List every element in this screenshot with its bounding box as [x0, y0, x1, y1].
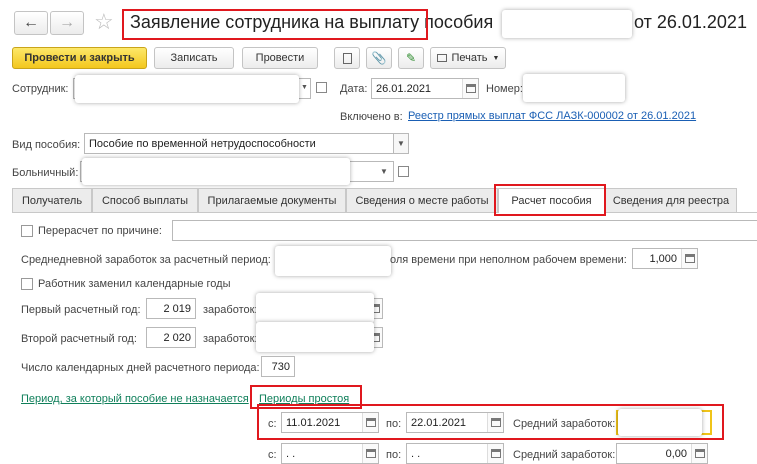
second-earnings-label: заработок: [203, 333, 258, 345]
second-year-label: Второй расчетный год: [21, 333, 137, 345]
arrow-right-icon: → [59, 14, 75, 31]
calendar-icon[interactable] [487, 413, 503, 432]
second-year-field[interactable]: 2 020 [146, 327, 196, 348]
tab-attached-documents[interactable]: Прилагаемые документы [198, 188, 346, 212]
part-time-label: оля времени при неполном рабочем времени… [390, 254, 627, 266]
page-title: Заявление сотрудника на выплату пособия [130, 12, 493, 33]
row2-avg-value: 0,00 [665, 447, 687, 460]
title-suffix: от 26.01.2021 [634, 12, 747, 32]
back-button[interactable]: ← [14, 11, 48, 35]
tabs-baseline [12, 212, 757, 213]
benefit-type-dropdown[interactable]: ▼ [393, 133, 409, 154]
favorite-star-icon[interactable]: ☆ [94, 9, 114, 35]
calendar-icon[interactable] [362, 413, 378, 432]
row2-avg-label: Средний заработок: [513, 449, 616, 461]
tab-recipient[interactable]: Получатель [12, 188, 92, 212]
title-redacted [502, 10, 632, 38]
print-label: Печать [451, 52, 488, 64]
included-link[interactable]: Реестр прямых выплат ФСС ЛАЗК-000002 от … [408, 110, 696, 122]
row2-from-value: . . [286, 447, 296, 460]
open-icon[interactable] [398, 166, 409, 177]
part-time-value: 1,000 [649, 252, 677, 265]
second-year-value: 2 020 [163, 331, 191, 344]
link-downtime-periods[interactable]: Периоды простоя [259, 393, 349, 405]
paperclip-icon: 📎 [371, 51, 387, 65]
sick-leave-redacted [82, 158, 350, 185]
first-year-label: Первый расчетный год: [21, 304, 141, 316]
forward-button[interactable]: → [50, 11, 84, 35]
first-earnings-redacted [256, 293, 374, 323]
calculator-icon[interactable] [691, 444, 707, 463]
recalc-label: Перерасчет по причине: [38, 225, 162, 237]
row1-from-value: 11.01.2021 [286, 416, 341, 429]
chevron-down-icon: ▼ [380, 167, 388, 176]
second-earnings-redacted [256, 322, 374, 352]
employee-redacted [75, 75, 299, 103]
row1-from-label: с: [268, 418, 277, 430]
row1-avg-label: Средний заработок: [513, 418, 616, 430]
link-period-not-assigned[interactable]: Период, за который пособие не назначаетс… [21, 393, 249, 405]
chevron-down-icon[interactable]: ▼ [301, 84, 308, 91]
replaced-years-checkbox[interactable] [21, 278, 33, 290]
days-label: Число календарных дней расчетного период… [21, 362, 260, 374]
row2-to-label: по: [386, 449, 402, 461]
first-year-field[interactable]: 2 019 [146, 298, 196, 319]
post-button[interactable]: Провести [242, 47, 318, 69]
printer-icon [436, 54, 447, 62]
days-value: 730 [271, 360, 290, 373]
sick-leave-dropdown[interactable]: ▼ [376, 161, 392, 182]
calendar-icon[interactable] [462, 79, 478, 98]
title-text: Заявление сотрудника на выплату пособия [130, 12, 494, 32]
replaced-years-label: Работник заменил календарные годы [38, 278, 231, 290]
pencil-icon: ✎ [405, 51, 417, 65]
date-label: Дата: [340, 83, 368, 95]
document-list-button[interactable] [334, 47, 360, 69]
post-and-close-button[interactable]: Провести и закрыть [12, 47, 147, 69]
tab-benefit-calculation[interactable]: Расчет пособия [498, 188, 605, 213]
recalc-checkbox[interactable] [21, 225, 33, 237]
chevron-down-icon: ▼ [397, 139, 405, 148]
avg-earnings-redacted [275, 246, 391, 276]
number-label: Номер: [486, 83, 523, 95]
benefit-type-label: Вид пособия: [12, 139, 81, 151]
edit-button[interactable]: ✎ [398, 47, 424, 69]
date-value: 26.01.2021 [376, 82, 432, 95]
tab-registry-info[interactable]: Сведения для реестра [605, 188, 737, 212]
arrow-left-icon: ← [23, 14, 39, 31]
calendar-icon[interactable] [362, 444, 378, 463]
recalc-reason-field[interactable] [172, 220, 757, 241]
calculator-icon[interactable] [681, 249, 697, 268]
write-button[interactable]: Записать [154, 47, 234, 69]
tab-workplace-info[interactable]: Сведения о месте работы [346, 188, 498, 212]
print-button[interactable]: Печать ▼ [430, 47, 506, 69]
chevron-down-icon: ▼ [492, 54, 500, 62]
calendar-icon[interactable] [487, 444, 503, 463]
attach-button[interactable]: 📎 [366, 47, 392, 69]
row2-to-value: . . [411, 447, 421, 460]
row1-avg-redacted [618, 409, 702, 436]
first-earnings-label: заработок: [203, 304, 258, 316]
tab-payment-method[interactable]: Способ выплаты [92, 188, 198, 212]
included-label: Включено в: [340, 111, 403, 123]
sick-leave-label: Больничный: [12, 167, 79, 179]
days-field[interactable]: 730 [261, 356, 295, 377]
avg-earnings-label: Среднедневной заработок за расчетный пер… [21, 254, 271, 266]
row1-to-value: 22.01.2021 [411, 416, 467, 429]
employee-label: Сотрудник: [12, 83, 69, 95]
row1-to-label: по: [386, 418, 402, 430]
open-icon[interactable] [316, 82, 327, 93]
row2-from-label: с: [268, 449, 277, 461]
benefit-type-field[interactable]: Пособие по временной нетрудоспособности [84, 133, 394, 154]
document-icon [342, 52, 352, 64]
first-year-value: 2 019 [163, 302, 191, 315]
number-redacted [523, 74, 625, 102]
